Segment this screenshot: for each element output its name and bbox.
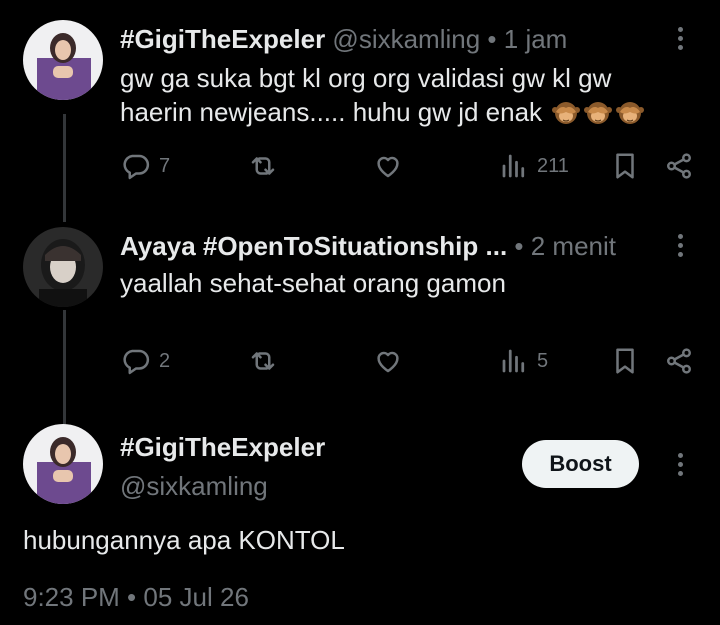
post-header: #GigiTheExpeler @sixkamling • 1 jam [120, 24, 567, 54]
like-button[interactable] [373, 346, 403, 376]
like-icon [373, 151, 403, 181]
main-post-timestamp[interactable]: 9:23 PM • 05 Jul 26 [23, 580, 249, 614]
boost-button[interactable]: Boost [522, 440, 639, 488]
reply-count: 2 [159, 349, 171, 372]
post-text: yaallah sehat-sehat orang gamon [120, 268, 506, 298]
share-icon [664, 151, 694, 181]
bookmark-button[interactable] [610, 346, 640, 376]
bookmark-icon [610, 151, 640, 181]
post-text: gw ga suka bgt kl org org validasi gw kl… [120, 61, 645, 129]
thread-connector-line [63, 114, 66, 222]
repost-button[interactable] [248, 151, 278, 181]
repost-button[interactable] [248, 346, 278, 376]
handle[interactable]: @sixkamling [332, 24, 480, 54]
bookmark-icon [610, 346, 640, 376]
views-count: 5 [537, 349, 549, 372]
views-count: 211 [537, 154, 569, 177]
post-time[interactable]: 1 jam [504, 24, 568, 54]
views-button[interactable]: 5 [499, 346, 548, 376]
thread-connector-line [63, 310, 66, 428]
see-no-evil-monkey-icon [551, 98, 581, 126]
separator-dot: • [514, 231, 524, 261]
post-time[interactable]: 2 menit [531, 231, 616, 261]
repost-icon [248, 151, 278, 181]
see-no-evil-monkey-icon [583, 98, 613, 126]
share-button[interactable] [664, 346, 694, 376]
reply-count: 7 [159, 154, 171, 177]
views-icon [499, 151, 529, 181]
like-icon [373, 346, 403, 376]
bookmark-button[interactable] [610, 151, 640, 181]
post-text-line: haerin newjeans..... huhu gw jd enak [120, 95, 645, 129]
separator-dot: • [487, 24, 497, 54]
reply-button[interactable]: 7 [121, 151, 170, 181]
views-icon [499, 346, 529, 376]
like-button[interactable] [373, 151, 403, 181]
post-header: Ayaya #OpenToSituationship ... • 2 menit [120, 231, 616, 261]
main-post-handle[interactable]: @sixkamling [120, 471, 268, 501]
main-post-text: hubungannya apa KONTOL [23, 525, 345, 555]
avatar[interactable] [23, 20, 103, 100]
reply-icon [121, 346, 151, 376]
more-icon[interactable] [668, 453, 692, 476]
display-name[interactable]: Ayaya #OpenToSituationship ... [120, 231, 507, 261]
avatar[interactable] [23, 424, 103, 504]
display-name[interactable]: #GigiTheExpeler [120, 24, 325, 54]
reply-button[interactable]: 2 [121, 346, 170, 376]
share-icon [664, 346, 694, 376]
avatar[interactable] [23, 227, 103, 307]
views-button[interactable]: 211 [499, 151, 569, 181]
see-no-evil-monkey-icon [615, 98, 645, 126]
more-icon[interactable] [668, 27, 692, 50]
post-text-line: gw ga suka bgt kl org org validasi gw kl… [120, 63, 612, 93]
share-button[interactable] [664, 151, 694, 181]
main-post-name[interactable]: #GigiTheExpeler [120, 432, 325, 462]
repost-icon [248, 346, 278, 376]
more-icon[interactable] [668, 234, 692, 257]
reply-icon [121, 151, 151, 181]
